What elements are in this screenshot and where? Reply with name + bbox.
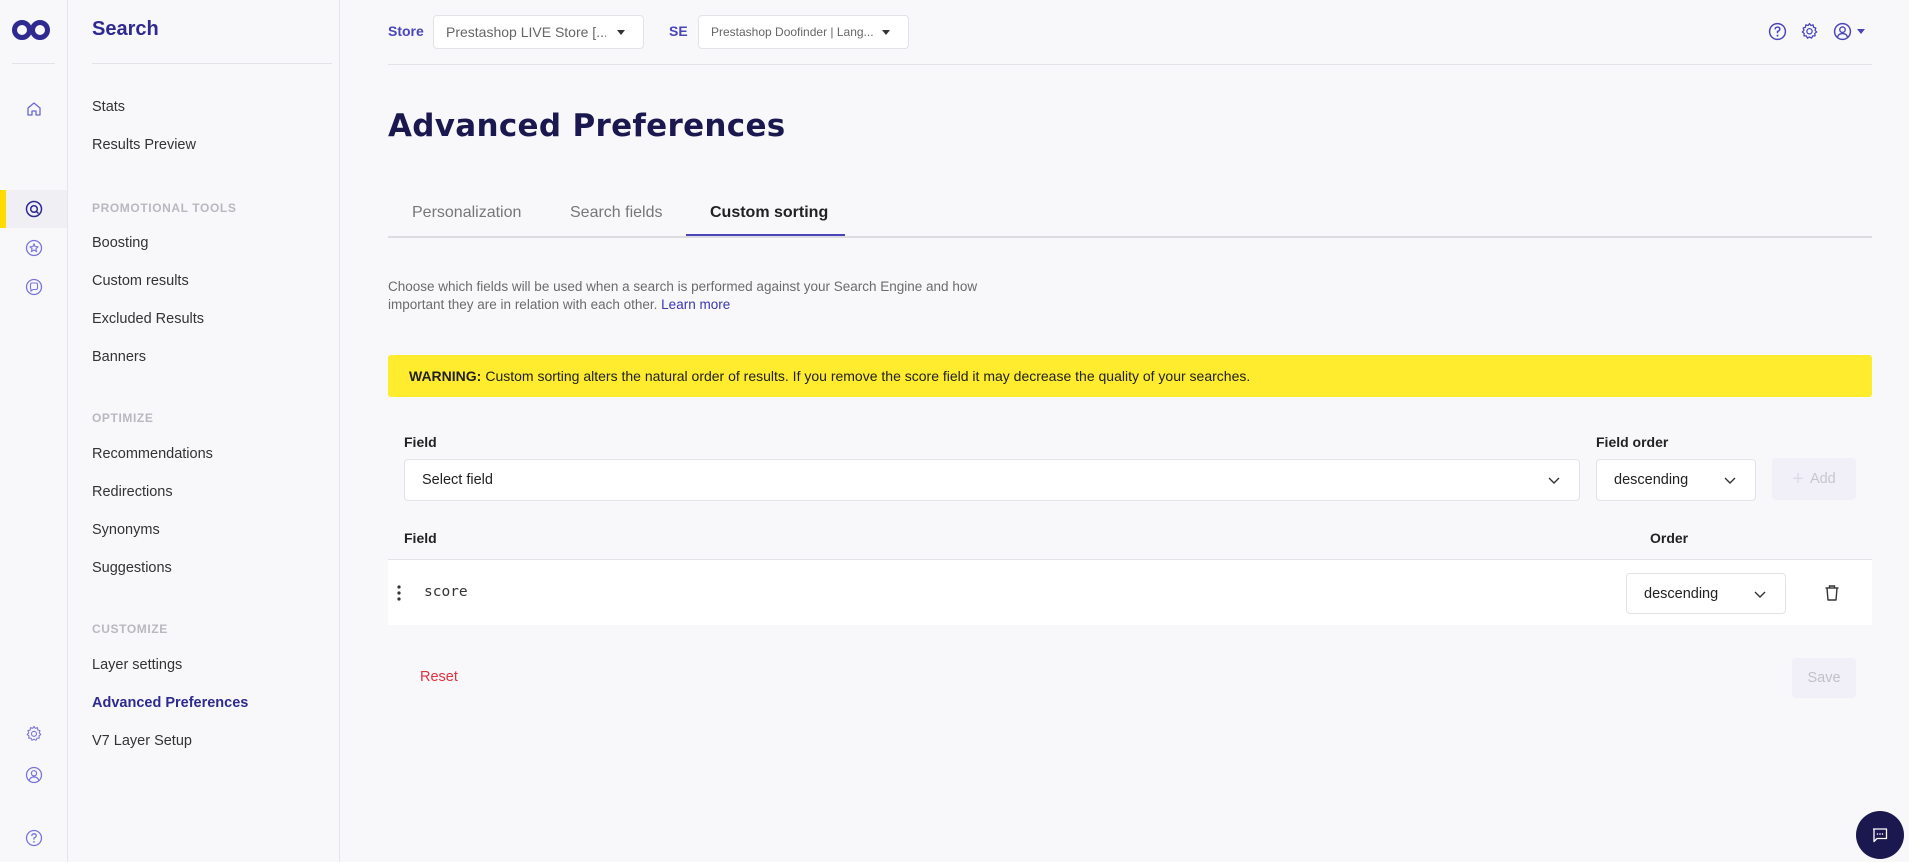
chat-launcher-button[interactable] bbox=[1856, 811, 1904, 859]
caret-down-icon bbox=[617, 30, 625, 35]
table-header-field: Field bbox=[404, 530, 437, 546]
chevron-down-icon bbox=[1548, 477, 1560, 484]
sidebar-section-optimize: OPTIMIZE bbox=[92, 411, 154, 425]
icon-rail bbox=[0, 0, 68, 862]
caret-down-icon bbox=[1857, 28, 1865, 34]
user-icon[interactable] bbox=[22, 763, 46, 787]
sidebar-item-suggestions[interactable]: Suggestions bbox=[92, 560, 172, 576]
field-order-value: descending bbox=[1614, 472, 1689, 488]
field-order-select[interactable]: descending bbox=[1596, 459, 1756, 501]
settings-gear-icon[interactable] bbox=[1798, 20, 1820, 42]
trash-icon[interactable] bbox=[1821, 582, 1843, 604]
sidebar-item-stats[interactable]: Stats bbox=[92, 99, 125, 115]
store-select-value: Prestashop LIVE Store [... bbox=[446, 24, 606, 40]
active-tab-underline bbox=[686, 234, 845, 236]
sidebar-item-recommendations[interactable]: Recommendations bbox=[92, 446, 213, 462]
sidebar-item-advanced-preferences[interactable]: Advanced Preferences bbox=[92, 695, 248, 711]
sidebar-item-results-preview[interactable]: Results Preview bbox=[92, 137, 196, 153]
se-label: SE bbox=[669, 23, 688, 39]
sidebar-item-layer-settings[interactable]: Layer settings bbox=[92, 657, 182, 673]
user-icon bbox=[1833, 22, 1852, 40]
search-engine-select[interactable]: Prestashop Doofinder | Lang... bbox=[698, 15, 909, 49]
home-icon[interactable] bbox=[22, 97, 46, 121]
store-select[interactable]: Prestashop LIVE Store [... bbox=[433, 15, 644, 49]
chat-bubble-icon[interactable] bbox=[22, 275, 46, 299]
sidebar-section-customize: CUSTOMIZE bbox=[92, 622, 168, 636]
field-select-placeholder: Select field bbox=[422, 472, 493, 488]
add-button[interactable]: + Add bbox=[1772, 458, 1856, 500]
sidebar-item-banners[interactable]: Banners bbox=[92, 349, 146, 365]
save-button[interactable]: Save bbox=[1792, 658, 1856, 698]
logo-icon[interactable] bbox=[12, 19, 50, 41]
star-icon[interactable] bbox=[22, 236, 46, 260]
top-bar: Store Prestashop LIVE Store [... SE Pres… bbox=[388, 0, 1872, 65]
description: Choose which fields will be used when a … bbox=[388, 278, 1028, 314]
sidebar-title: Search bbox=[92, 18, 159, 40]
sidebar-divider bbox=[92, 63, 332, 64]
row-order-value: descending bbox=[1644, 585, 1719, 602]
tab-custom-sorting[interactable]: Custom sorting bbox=[710, 204, 828, 222]
row-field-name: score bbox=[424, 584, 468, 600]
sidebar-item-redirections[interactable]: Redirections bbox=[92, 484, 173, 500]
help-icon[interactable] bbox=[22, 826, 46, 850]
sidebar-item-custom-results[interactable]: Custom results bbox=[92, 273, 189, 289]
rail-active-indicator bbox=[0, 190, 6, 228]
store-label: Store bbox=[388, 23, 424, 39]
sidebar-item-boosting[interactable]: Boosting bbox=[92, 235, 148, 251]
drag-handle-icon[interactable] bbox=[396, 584, 402, 602]
search-engine-select-value: Prestashop Doofinder | Lang... bbox=[711, 25, 873, 39]
chevron-down-icon bbox=[1754, 591, 1766, 598]
warning-label: WARNING: bbox=[409, 368, 482, 384]
table-row: score descending bbox=[388, 560, 1872, 625]
sidebar-section-promotional-tools: PROMOTIONAL TOOLS bbox=[92, 201, 237, 215]
learn-more-link[interactable]: Learn more bbox=[661, 297, 730, 312]
section-sidebar: Search Stats Results Preview PROMOTIONAL… bbox=[68, 0, 340, 862]
tab-search-fields[interactable]: Search fields bbox=[570, 204, 663, 222]
add-button-label: Add bbox=[1809, 471, 1836, 487]
caret-down-icon bbox=[882, 30, 890, 35]
table-header-order: Order bbox=[1650, 530, 1689, 546]
warning-text: Custom sorting alters the natural order … bbox=[485, 368, 1251, 384]
field-label: Field bbox=[404, 434, 437, 450]
sidebar-item-excluded-results[interactable]: Excluded Results bbox=[92, 311, 204, 327]
sidebar-item-synonyms[interactable]: Synonyms bbox=[92, 522, 160, 538]
sidebar-item-v7-layer-setup[interactable]: V7 Layer Setup bbox=[92, 733, 192, 749]
help-icon[interactable] bbox=[1766, 20, 1788, 42]
chevron-down-icon bbox=[1724, 477, 1736, 484]
chat-icon bbox=[1872, 828, 1888, 843]
field-order-label: Field order bbox=[1596, 434, 1669, 450]
rail-divider bbox=[12, 63, 55, 64]
warning-banner: WARNING: Custom sorting alters the natur… bbox=[388, 355, 1872, 397]
search-icon[interactable] bbox=[22, 197, 46, 221]
account-menu[interactable] bbox=[1831, 20, 1867, 42]
reset-button[interactable]: Reset bbox=[420, 669, 458, 685]
app: Search Stats Results Preview PROMOTIONAL… bbox=[0, 0, 1909, 862]
plus-icon: + bbox=[1792, 467, 1804, 490]
field-select[interactable]: Select field bbox=[404, 459, 1580, 501]
tab-personalization[interactable]: Personalization bbox=[412, 204, 521, 222]
gear-icon[interactable] bbox=[22, 722, 46, 746]
row-order-select[interactable]: descending bbox=[1626, 573, 1786, 614]
page-title: Advanced Preferences bbox=[388, 108, 786, 144]
tabs: Personalization Search fields Custom sor… bbox=[388, 198, 1872, 238]
